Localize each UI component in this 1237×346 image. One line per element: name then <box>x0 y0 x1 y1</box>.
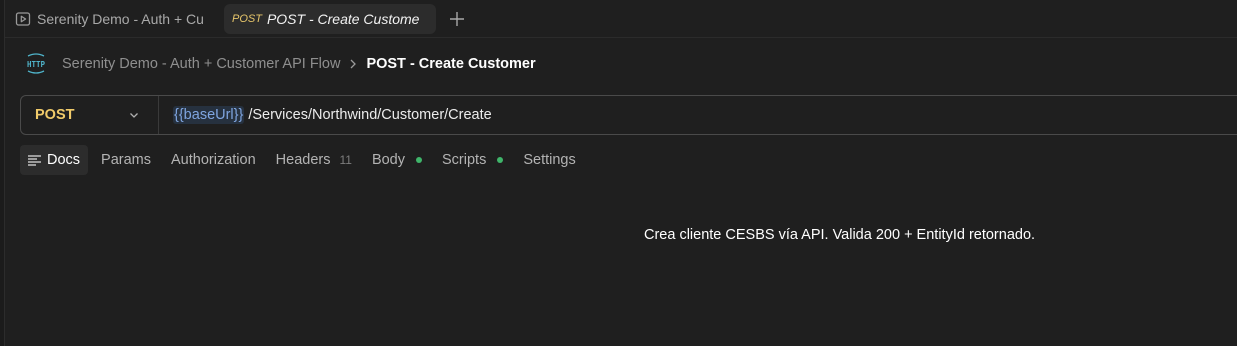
left-sidebar-edge <box>0 0 5 346</box>
tab-create-customer-label: POST - Create Custome <box>266 10 420 27</box>
play-icon <box>15 11 31 26</box>
body-status-dot <box>416 157 422 163</box>
tab-settings-label: Settings <box>523 152 576 168</box>
url-variable: {{baseUrl}} <box>173 106 245 124</box>
tab-settings[interactable]: Settings <box>516 145 582 175</box>
tab-collection-label: Serenity Demo - Auth + Cu <box>37 10 204 27</box>
tab-create-customer[interactable]: POST POST - Create Custome <box>224 3 436 34</box>
svg-text:HTTP: HTTP <box>27 60 46 69</box>
tab-bar: Serenity Demo - Auth + Cu POST POST - Cr… <box>5 0 1237 38</box>
breadcrumb-request: POST - Create Customer <box>366 56 536 72</box>
scripts-status-dot <box>497 157 504 163</box>
docs-description: Crea cliente CESBS vía API. Valida 200 +… <box>644 227 1036 243</box>
request-tabs: Docs Params Authorization Headers 11 Bod… <box>20 145 589 175</box>
url-input[interactable]: {{baseUrl}}/Services/Northwind/Customer/… <box>159 106 492 124</box>
tab-body-label: Body <box>371 152 405 168</box>
add-tab-button[interactable] <box>446 8 468 30</box>
chevron-down-icon <box>130 113 138 118</box>
tab-params-label: Params <box>101 152 152 168</box>
tab-docs[interactable]: Docs <box>20 145 89 175</box>
tab-scripts[interactable]: Scripts <box>435 145 510 175</box>
tab-headers-label: Headers <box>275 152 331 168</box>
tab-scripts-label: Scripts <box>442 152 487 168</box>
tab-authorization-label: Authorization <box>171 152 256 168</box>
tab-docs-label: Docs <box>47 152 81 168</box>
breadcrumb: HTTP Serenity Demo - Auth + Customer API… <box>24 52 536 76</box>
docs-lines-icon <box>28 154 41 166</box>
http-icon: HTTP <box>27 53 46 74</box>
method-select[interactable]: POST <box>21 96 159 134</box>
url-bar: POST {{baseUrl}}/Services/Northwind/Cust… <box>20 95 1237 135</box>
tab-body[interactable]: Body <box>365 145 429 175</box>
tab-collection[interactable]: Serenity Demo - Auth + Cu <box>5 4 210 34</box>
url-path: /Services/Northwind/Customer/Create <box>248 107 492 123</box>
tab-params[interactable]: Params <box>94 145 158 175</box>
tab-authorization[interactable]: Authorization <box>164 145 263 175</box>
tab-method-badge: POST <box>232 12 262 25</box>
plus-icon <box>450 11 464 26</box>
headers-count-badge: 11 <box>339 153 352 167</box>
method-label: POST <box>35 107 75 123</box>
breadcrumb-collection[interactable]: Serenity Demo - Auth + Customer API Flow <box>62 56 340 72</box>
tab-headers[interactable]: Headers 11 <box>269 145 359 175</box>
chevron-right-icon <box>350 59 357 69</box>
